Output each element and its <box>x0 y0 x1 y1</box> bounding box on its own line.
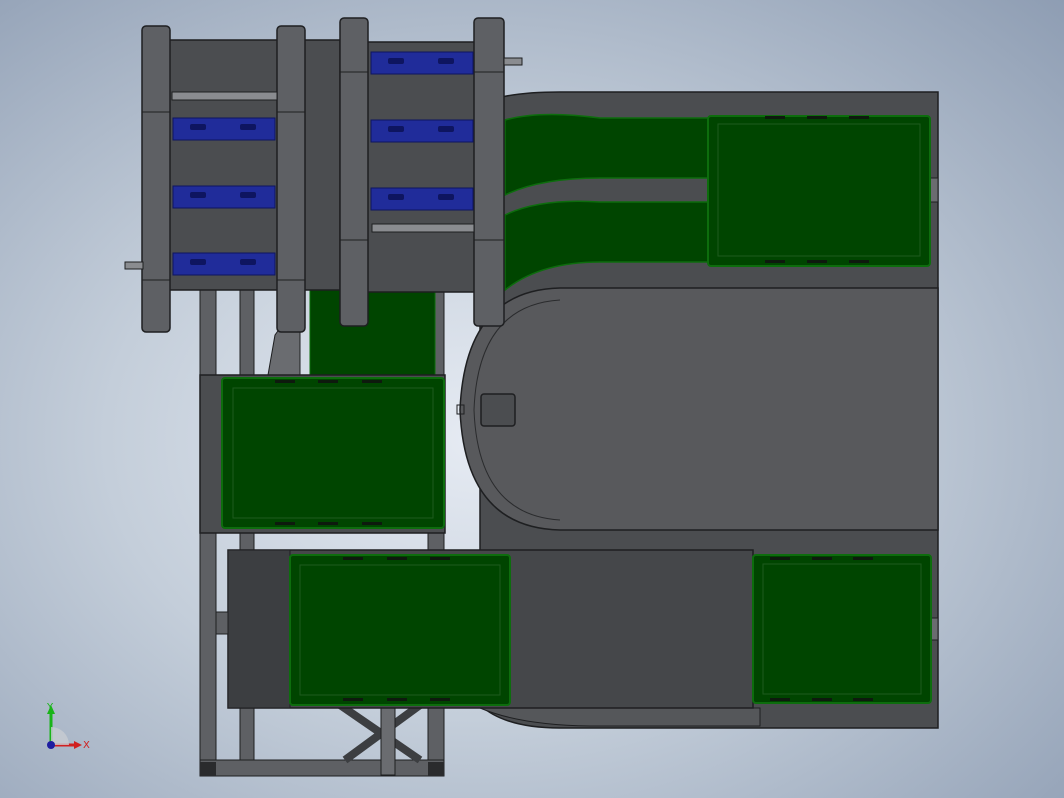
conveyor-assembly-model[interactable]: Y X <box>0 0 1064 798</box>
frame-foot-right <box>428 762 444 776</box>
tray-bottom-right[interactable] <box>752 554 932 704</box>
transfer-conveyor[interactable] <box>199 374 446 534</box>
triad-x-label: X <box>83 740 90 751</box>
bottom-conveyor[interactable] <box>215 549 932 709</box>
bottom-conveyor-stub <box>215 611 229 635</box>
module-left-plate-inner <box>276 25 306 333</box>
pivot-block[interactable] <box>480 393 516 427</box>
module-right-plate-outer <box>339 17 369 327</box>
module-left-shaft-stub <box>124 261 144 270</box>
chain-module-left[interactable] <box>124 25 341 333</box>
module-left-plate-outer <box>141 25 171 333</box>
module-left-rod <box>171 91 278 101</box>
chain-module-right[interactable] <box>339 17 523 327</box>
frame-center-post <box>380 704 396 776</box>
triad-y-label: Y <box>46 702 54 713</box>
frame-foot-left <box>200 762 216 776</box>
module-right-shaft-stub <box>503 57 523 66</box>
tray-transfer[interactable] <box>221 377 445 529</box>
graphics-viewport[interactable]: Y X <box>0 0 1064 798</box>
oval-inner-turn <box>459 287 939 531</box>
bottom-conveyor-end <box>227 549 291 709</box>
module-right-housing <box>359 41 481 293</box>
tray-top-right[interactable] <box>707 115 931 267</box>
side-tab-top <box>929 177 939 203</box>
frame-under-tray <box>309 289 436 381</box>
triad-x-arrow <box>74 741 82 749</box>
tray-bottom-left[interactable] <box>289 554 511 706</box>
module-right-plate-inner <box>473 17 505 327</box>
module-right-rod <box>371 223 475 233</box>
triad-z-origin <box>47 741 55 749</box>
coordinate-triad: Y X <box>46 702 90 751</box>
frame-base-rail <box>199 759 445 777</box>
